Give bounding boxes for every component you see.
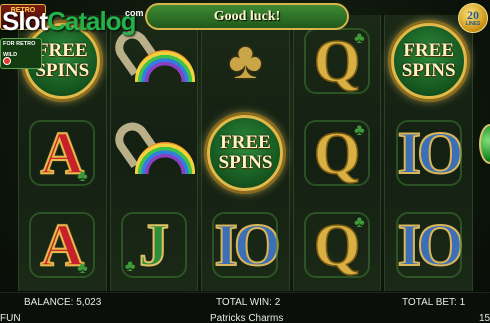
total-bet-label: TOTAL BET: 1 — [402, 297, 466, 308]
free-spins-text: SPINS — [35, 60, 90, 81]
reel-2: J ♣ — [108, 15, 199, 291]
horseshoe-rainbow-symbol — [108, 110, 197, 196]
clover-icon: ♣ — [124, 258, 136, 275]
lines-badge[interactable]: 20 LINES — [458, 3, 488, 33]
symbol-q: Q ♣ — [294, 202, 380, 288]
free-spins-text: FREE — [220, 132, 271, 153]
chip-icon — [3, 57, 11, 65]
lines-count: 20 — [467, 7, 479, 22]
symbol-a: A ♣ — [19, 202, 105, 288]
message-text: Good luck! — [213, 8, 281, 24]
free-spins-symbol: FREE SPINS — [202, 110, 288, 196]
symbol-q: Q ♣ — [294, 110, 380, 196]
symbol-q: Q ♣ — [294, 18, 380, 104]
celtic-knot-frame — [395, 212, 462, 278]
celtic-knot-frame — [212, 212, 279, 278]
four-leaf-clover-icon: ♣ — [228, 32, 263, 90]
reel-4: Q ♣ Q ♣ Q ♣ — [292, 15, 382, 291]
watermark-suffix: com — [125, 8, 144, 18]
retro-promo-panel[interactable]: FOR RETRO WILD — [0, 38, 42, 69]
free-spins-text: FREE — [403, 40, 455, 61]
watermark-logo: SlotCatalog — [2, 6, 136, 37]
free-spins-text: SPINS — [401, 60, 456, 81]
free-spins-symbol: FREE SPINS — [386, 18, 472, 104]
clover-icon: ♣ — [354, 214, 365, 231]
celtic-knot-frame — [395, 120, 462, 186]
clover-icon: ♣ — [77, 168, 88, 185]
reel-5: FREE SPINS IO IO — [384, 15, 473, 291]
reel-3: ♣ FREE SPINS IO — [201, 15, 290, 291]
symbol-j: J ♣ — [111, 202, 197, 288]
symbol-10: IO — [386, 202, 472, 288]
balance-label: BALANCE: 5,023 — [24, 297, 102, 308]
symbol-10: IO — [386, 110, 472, 196]
promo-text-1: FOR RETRO — [3, 41, 36, 47]
lines-label: LINES — [465, 20, 481, 27]
right-value: 15 — [479, 313, 490, 323]
symbol-a: A ♣ — [19, 110, 105, 196]
clover-symbol: ♣ — [202, 18, 288, 104]
reel-grid: FREE SPINS A ♣ A ♣ J ♣ ♣ FREE SPINS IO Q… — [18, 15, 473, 291]
free-spins-text: FREE — [36, 40, 88, 61]
watermark-part2: Catalog — [47, 6, 136, 36]
mode-label: FUN — [0, 313, 21, 323]
watermark-part1: Slot — [2, 6, 48, 36]
spin-button[interactable] — [479, 124, 490, 164]
game-screen: FREE SPINS A ♣ A ♣ J ♣ ♣ FREE SPINS IO Q… — [0, 0, 490, 323]
symbol-10: IO — [202, 202, 288, 288]
message-bar: Good luck! — [145, 3, 349, 30]
clover-icon: ♣ — [354, 122, 365, 139]
free-spins-text: SPINS — [218, 152, 273, 173]
clover-icon: ♣ — [77, 260, 88, 277]
total-win-label: TOTAL WIN: 2 — [216, 297, 281, 308]
clover-icon: ♣ — [354, 30, 365, 47]
bottom-status-bar: BALANCE: 5,023 TOTAL WIN: 2 TOTAL BET: 1… — [0, 292, 490, 323]
game-title: Patricks Charms — [210, 313, 284, 323]
